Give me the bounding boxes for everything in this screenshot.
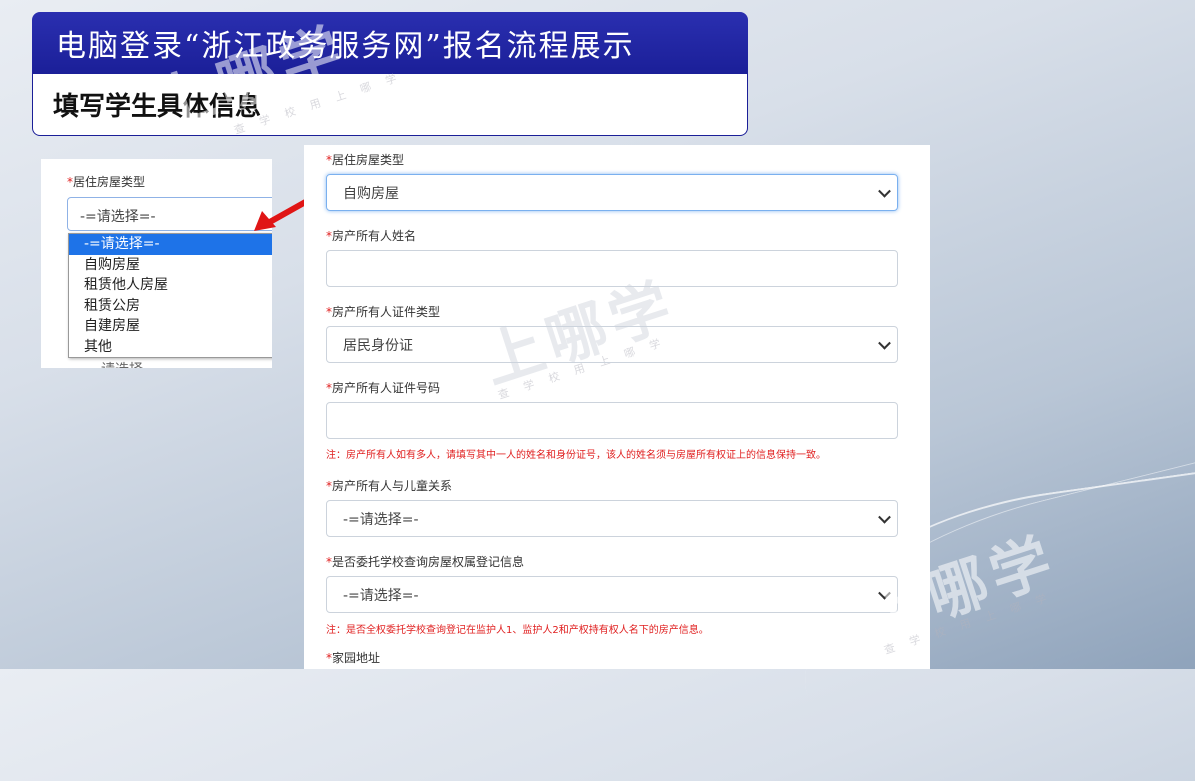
owner-id-type-select[interactable]: 居民身份证	[326, 326, 898, 363]
entrust-note: 注：是否全权委托学校查询登记在监护人1、监护人2和产权持有权人名下的房产信息。	[326, 625, 709, 636]
field-label: *家园地址	[326, 651, 381, 665]
chevron-down-icon	[878, 336, 891, 350]
dropdown-option[interactable]: 其他	[69, 337, 272, 358]
owner-note: 注：房产所有人如有多人，请填写其中一人的姓名和身份证号，该人的姓名须与房屋所有权…	[326, 450, 826, 461]
field-label: *房产所有人与儿童关系	[326, 479, 453, 493]
field-label: *是否委托学校查询房屋权属登记信息	[326, 555, 525, 569]
page-title: 电脑登录“浙江政务服务网”报名流程展示	[32, 12, 748, 74]
clipped-select-text: 请选择	[101, 359, 143, 368]
entrust-query-select[interactable]: -=请选择=-	[326, 576, 898, 613]
chevron-down-icon	[878, 184, 891, 198]
student-info-form: 上哪学 查 学 校 用 上 哪 学 *居住房屋类型 自购房屋 *房产所有人姓名 …	[304, 145, 930, 669]
dropdown-option[interactable]: 租赁他人房屋	[69, 275, 272, 296]
chevron-down-icon	[878, 510, 891, 524]
owner-relation-select[interactable]: -=请选择=-	[326, 500, 898, 537]
field-label: *房产所有人证件类型	[326, 305, 441, 319]
dropdown-option[interactable]: 自建房屋	[69, 316, 272, 337]
dropdown-options-list[interactable]: -=请选择=- 自购房屋 租赁他人房屋 租赁公房 自建房屋 其他	[68, 233, 272, 358]
owner-name-input[interactable]	[326, 250, 898, 287]
dropdown-example-panel: *居住房屋类型 -=请选择=- -=请选择=- 自购房屋 租赁他人房屋 租赁公房…	[41, 159, 272, 368]
housing-type-select[interactable]: -=请选择=-	[67, 197, 272, 231]
field-label: *房产所有人姓名	[326, 229, 417, 243]
dropdown-option[interactable]: -=请选择=-	[69, 234, 272, 255]
owner-id-number-input[interactable]	[326, 402, 898, 439]
field-label: *房产所有人证件号码	[326, 381, 441, 395]
housing-type-select[interactable]: 自购房屋	[326, 174, 898, 211]
field-label: *居住房屋类型	[326, 153, 405, 167]
field-label: *居住房屋类型	[67, 175, 146, 189]
dropdown-option[interactable]: 自购房屋	[69, 255, 272, 276]
dropdown-option[interactable]: 租赁公房	[69, 296, 272, 317]
